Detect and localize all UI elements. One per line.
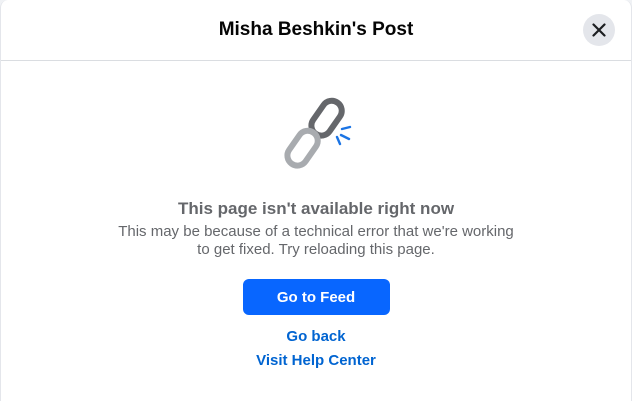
close-button[interactable] (583, 14, 615, 46)
go-to-feed-button[interactable]: Go to Feed (242, 279, 390, 315)
error-message-line2: to get fixed. Try reloading this page. (197, 241, 435, 258)
dialog-header: Misha Beshkin's Post (1, 0, 631, 61)
error-content: This page isn't available right now This… (1, 61, 631, 369)
error-heading: This page isn't available right now (177, 199, 455, 218)
dialog-title: Misha Beshkin's Post (218, 19, 414, 40)
close-icon (592, 23, 606, 37)
go-back-link[interactable]: Go back (286, 328, 345, 345)
post-dialog: Misha Beshkin's Post This page isn't ava… (0, 0, 632, 401)
error-message-line1: This may be because of a technical error… (118, 223, 514, 240)
broken-link-icon (284, 97, 352, 169)
error-message: This may be because of a technical error… (106, 223, 526, 259)
help-center-link[interactable]: Visit Help Center (256, 352, 376, 369)
